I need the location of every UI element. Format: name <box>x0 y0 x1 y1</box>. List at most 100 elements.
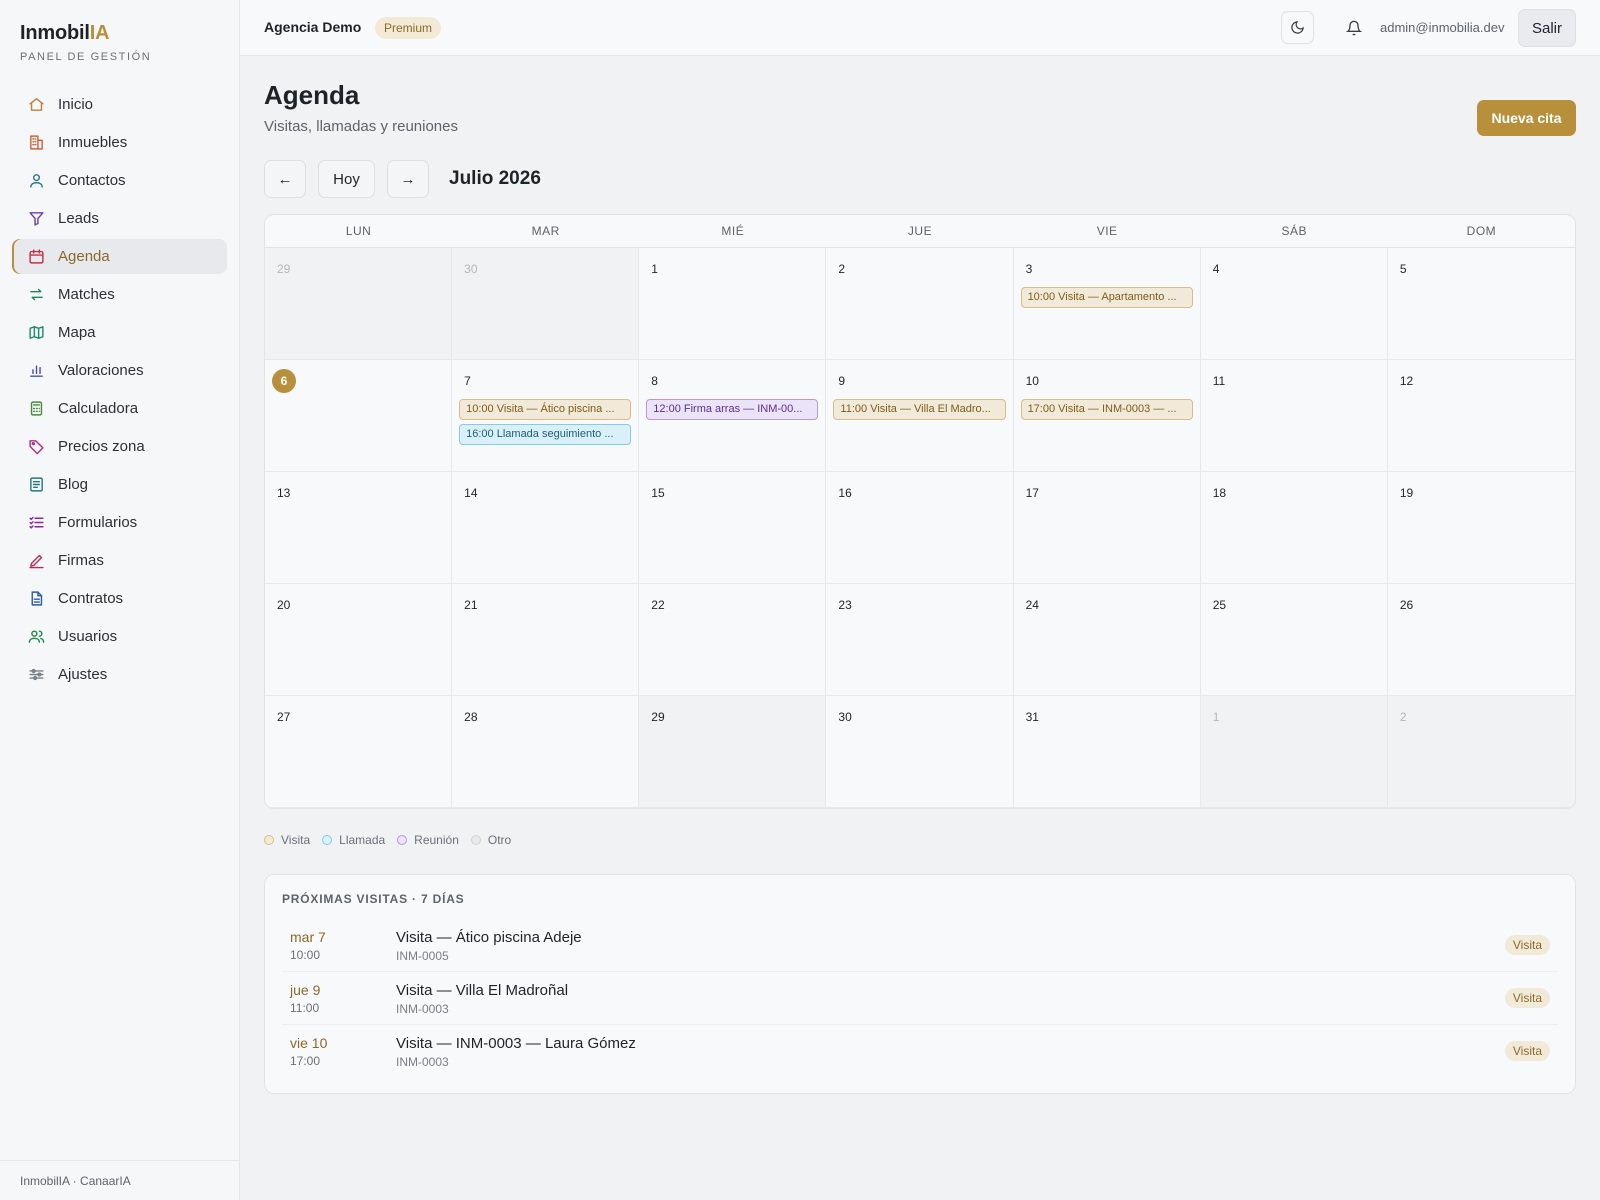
calendar-day-cell[interactable]: 17 <box>1013 472 1201 584</box>
sidebar-item-firmas[interactable]: Firmas <box>12 543 227 578</box>
day-number: 19 <box>1399 486 1414 500</box>
calendar-event-visita[interactable]: 11:00 Visita — Villa El Madro... <box>833 399 1006 420</box>
sidebar-item-label: Inmuebles <box>58 134 128 151</box>
upcoming-date: jue 9 <box>290 982 321 998</box>
day-number: 2 <box>1399 710 1407 724</box>
sidebar-item-valoraciones[interactable]: Valoraciones <box>12 353 227 388</box>
calendar-day-cell[interactable]: 1 <box>1200 696 1388 808</box>
sidebar-item-blog[interactable]: Blog <box>12 467 227 502</box>
new-appointment-button[interactable]: Nueva cita <box>1477 100 1576 136</box>
logout-button[interactable]: Salir <box>1518 9 1576 47</box>
calendar-day-cell[interactable]: 13 <box>265 472 453 584</box>
brand-logo: InmobilIA <box>20 22 110 44</box>
building-icon <box>27 134 45 152</box>
upcoming-date: vie 10 <box>290 1035 328 1051</box>
notifications-button[interactable] <box>1337 11 1370 44</box>
calendar-day-cell[interactable]: 12 <box>1387 360 1575 472</box>
calendar-day-cell[interactable]: 10 17:00 Visita — INM-0003 — ... <box>1013 360 1201 472</box>
calendar-day-cell[interactable]: 23 <box>826 584 1014 696</box>
calendar-day-cell[interactable]: 4 <box>1200 248 1388 360</box>
calendar-day-cell[interactable]: 20 <box>265 584 453 696</box>
calendar-grid: 29 30 1 2 3 10:00 Visita — Apartamento ... 4 5 6… <box>265 248 1575 808</box>
calendar-event-reunion[interactable]: 12:00 Firma arras — INM-00... <box>646 399 819 420</box>
today-button[interactable]: Hoy <box>318 160 375 198</box>
calendar-day-cell[interactable]: 2 <box>1387 696 1575 808</box>
calendar-day-cell[interactable]: 16 <box>826 472 1014 584</box>
calendar-day-cell[interactable]: 27 <box>265 696 453 808</box>
calendar-day-cell[interactable]: 15 <box>639 472 827 584</box>
sidebar-item-calculadora[interactable]: Calculadora <box>12 391 227 426</box>
calendar-day-cell[interactable]: 5 <box>1387 248 1575 360</box>
sidebar-item-ajustes[interactable]: Ajustes <box>12 657 227 692</box>
calendar-day-cell[interactable]: 19 <box>1387 472 1575 584</box>
day-number: 28 <box>464 710 478 724</box>
sidebar-item-label: Precios zona <box>58 438 145 455</box>
sidebar-item-leads[interactable]: Leads <box>12 201 227 236</box>
calendar-day-cell[interactable]: 8 12:00 Firma arras — INM-00... <box>639 360 827 472</box>
next-month-button[interactable]: → <box>387 160 429 198</box>
calendar-day-cell[interactable]: 29 <box>265 248 453 360</box>
calendar-day-cell[interactable]: 21 <box>452 584 640 696</box>
calendar-day-cell[interactable]: 31 <box>1013 696 1201 808</box>
sidebar-item-mapa[interactable]: Mapa <box>12 315 227 350</box>
arrows-swap-icon <box>27 286 45 304</box>
calendar-day-cell[interactable]: 29 <box>639 696 827 808</box>
sidebar-item-inicio[interactable]: Inicio <box>12 87 227 122</box>
moon-icon <box>1291 21 1304 34</box>
sidebar-item-label: Leads <box>58 210 99 227</box>
sidebar-item-usuarios[interactable]: Usuarios <box>12 619 227 654</box>
legend-swatch <box>322 835 333 845</box>
today-day-number: 6 <box>272 369 296 393</box>
calendar-event-visita[interactable]: 10:00 Visita — Ático piscina ... <box>459 399 632 420</box>
calendar-day-cell[interactable]: 28 <box>452 696 640 808</box>
brand-subtitle: PANEL DE GESTIÓN <box>20 51 152 63</box>
sidebar-item-matches[interactable]: Matches <box>12 277 227 312</box>
calendar-event-visita[interactable]: 10:00 Visita — Apartamento ... <box>1020 287 1193 308</box>
day-number: 1 <box>651 262 658 276</box>
day-number: 31 <box>1025 710 1039 724</box>
day-number: 24 <box>1025 598 1039 612</box>
upcoming-visit-title: Visita — Ático piscina Adeje <box>396 929 582 946</box>
calendar-day-cell[interactable]: 2 <box>826 248 1014 360</box>
calendar-day-cell[interactable]: 9 11:00 Visita — Villa El Madro... <box>826 360 1014 472</box>
sidebar-item-agenda[interactable]: Agenda <box>12 239 227 274</box>
calendar-day-cell[interactable]: 3 10:00 Visita — Apartamento ... <box>1013 248 1201 360</box>
day-number: 21 <box>464 598 478 612</box>
calendar-day-cell[interactable]: 11 <box>1200 360 1388 472</box>
day-number: 13 <box>277 486 291 500</box>
sidebar-item-formularios[interactable]: Formularios <box>12 505 227 540</box>
calendar-day-cell[interactable]: 30 <box>452 248 640 360</box>
page-title: Agenda <box>264 80 360 110</box>
upcoming-visit-row[interactable]: vie 10 17:00 Visita — INM-0003 — Laura Góm… <box>282 1025 1558 1078</box>
pen-icon <box>27 552 45 570</box>
upcoming-title: PRÓXIMAS VISITAS · 7 DÍAS <box>282 892 465 906</box>
theme-toggle-button[interactable] <box>1281 11 1314 44</box>
calendar-day-cell[interactable]: 7 10:00 Visita — Ático piscina ... 16:00 L… <box>452 360 640 472</box>
calendar-day-cell[interactable]: 25 <box>1200 584 1388 696</box>
legend-label: Reunión <box>414 833 459 847</box>
upcoming-visit-row[interactable]: jue 9 11:00 Visita — Villa El Madroñal INM-… <box>282 972 1558 1025</box>
calendar-day-cell[interactable]: 1 <box>639 248 827 360</box>
sidebar-item-contratos[interactable]: Contratos <box>12 581 227 616</box>
calendar-day-cell[interactable]: 26 <box>1387 584 1575 696</box>
calendar-day-cell[interactable]: 24 <box>1013 584 1201 696</box>
calendar-day-cell[interactable]: 30 <box>826 696 1014 808</box>
sidebar-item-label: Contactos <box>58 172 126 189</box>
calendar-event-llamada[interactable]: 16:00 Llamada seguimiento ... <box>459 424 632 445</box>
sidebar-item-contactos[interactable]: Contactos <box>12 163 227 198</box>
prev-month-button[interactable]: ← <box>264 160 306 198</box>
calendar-day-cell[interactable]: 14 <box>452 472 640 584</box>
sidebar-item-inmuebles[interactable]: Inmuebles <box>12 125 227 160</box>
calendar-day-cell[interactable]: 18 <box>1200 472 1388 584</box>
calendar-event-visita[interactable]: 17:00 Visita — INM-0003 — ... <box>1020 399 1193 420</box>
brand[interactable]: InmobilIA PANEL DE GESTIÓN <box>20 22 151 63</box>
calendar-day-cell[interactable]: 6 <box>265 360 453 472</box>
upcoming-time: 10:00 <box>290 948 321 962</box>
sidebar-item-label: Formularios <box>58 514 138 531</box>
sidebar-item-precios-zona[interactable]: Precios zona <box>12 429 227 464</box>
upcoming-visit-row[interactable]: mar 7 10:00 Visita — Ático piscina Adeje IN… <box>282 919 1558 972</box>
agency-name: Agencia Demo <box>264 19 362 35</box>
day-number: 4 <box>1212 262 1220 276</box>
calendar-day-cell[interactable]: 22 <box>639 584 827 696</box>
sidebar-item-label: Contratos <box>58 590 124 607</box>
